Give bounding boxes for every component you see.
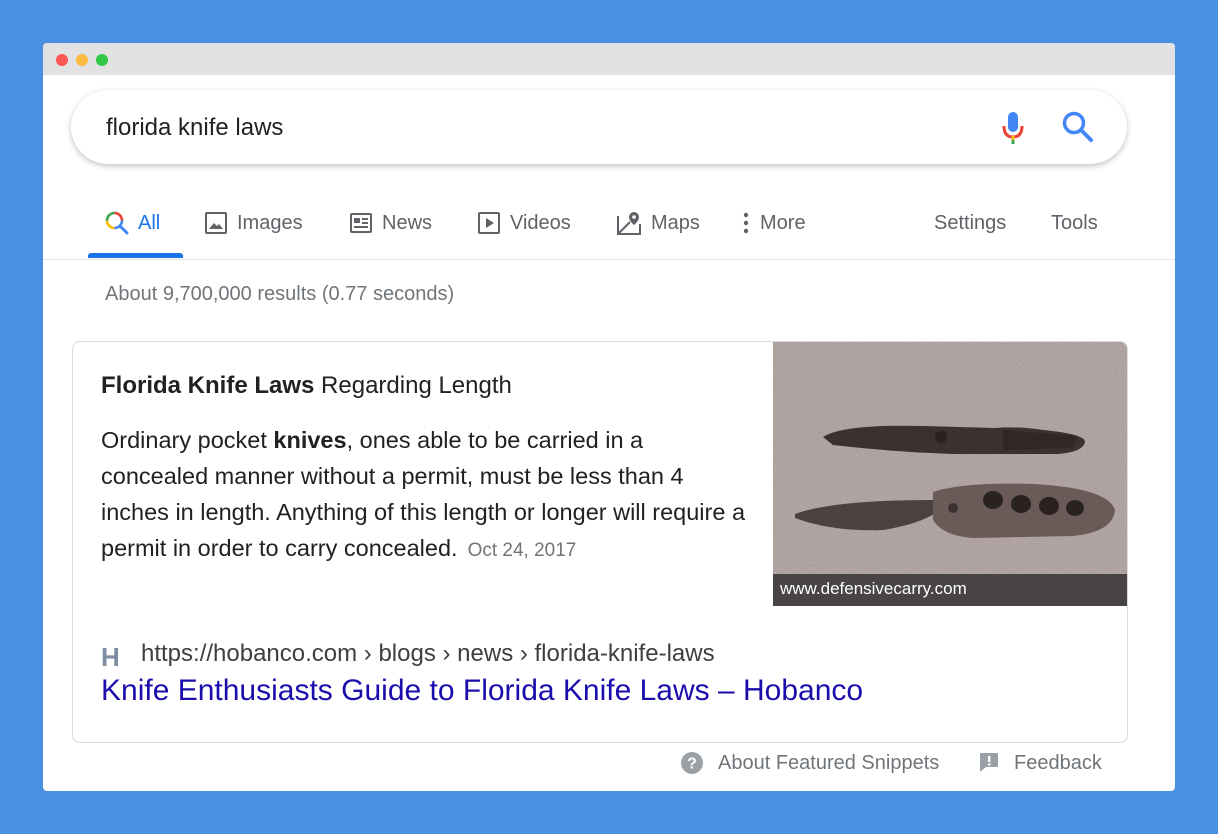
about-featured-snippets-link[interactable]: ? About Featured Snippets bbox=[680, 751, 939, 775]
tab-images[interactable]: Images bbox=[204, 208, 303, 238]
snippet-date: Oct 24, 2017 bbox=[467, 540, 577, 561]
active-tab-indicator bbox=[88, 253, 183, 258]
tab-videos[interactable]: Videos bbox=[477, 208, 571, 238]
snippet-image[interactable]: www.defensivecarry.com bbox=[773, 342, 1127, 606]
tools-button[interactable]: Tools bbox=[1051, 208, 1098, 238]
minimize-window-button[interactable] bbox=[76, 54, 88, 66]
search-tabs: All Images News Videos Maps More Setting… bbox=[43, 193, 1175, 260]
close-window-button[interactable] bbox=[56, 54, 68, 66]
snippet-body-pre: Ordinary pocket bbox=[101, 427, 274, 453]
settings-label: Settings bbox=[934, 211, 1007, 234]
result-breadcrumb: https://hobanco.com › blogs › news › flo… bbox=[141, 640, 715, 667]
settings-button[interactable]: Settings bbox=[934, 208, 1006, 238]
tab-news[interactable]: News bbox=[349, 208, 432, 238]
tab-more-label: More bbox=[760, 211, 806, 234]
tab-news-label: News bbox=[382, 211, 433, 234]
feedback-icon bbox=[980, 753, 998, 772]
site-favicon: H bbox=[101, 642, 120, 672]
browser-window: florida knife laws All Images News Video… bbox=[43, 43, 1175, 791]
tab-images-label: Images bbox=[237, 211, 303, 234]
tab-maps-label: Maps bbox=[651, 211, 700, 234]
maximize-window-button[interactable] bbox=[96, 54, 108, 66]
result-stats: About 9,700,000 results (0.77 seconds) bbox=[105, 283, 455, 305]
svg-text:?: ? bbox=[687, 756, 697, 773]
about-featured-snippets-label: About Featured Snippets bbox=[718, 751, 940, 774]
search-icon bbox=[105, 211, 129, 235]
map-pin-icon bbox=[617, 212, 641, 235]
microphone-icon[interactable] bbox=[1001, 110, 1025, 151]
feedback-link[interactable]: Feedback bbox=[978, 751, 1102, 775]
result-title-link[interactable]: Knife Enthusiasts Guide to Florida Knife… bbox=[101, 674, 863, 708]
snippet-heading: Florida Knife Laws Regarding Length bbox=[101, 372, 512, 400]
snippet-heading-bold: Florida Knife Laws bbox=[101, 372, 315, 399]
search-input[interactable]: florida knife laws bbox=[106, 114, 283, 142]
featured-snippet: Florida Knife Laws Regarding Length Ordi… bbox=[72, 341, 1128, 743]
snippet-body: Ordinary pocket knives, ones able to be … bbox=[101, 422, 751, 569]
tab-videos-label: Videos bbox=[510, 211, 571, 234]
tab-more[interactable]: More bbox=[741, 208, 806, 238]
news-icon bbox=[350, 213, 372, 233]
image-source-caption: www.defensivecarry.com bbox=[773, 574, 1127, 606]
tab-all-label: All bbox=[138, 211, 161, 234]
tab-all[interactable]: All bbox=[105, 208, 160, 238]
help-icon: ? bbox=[681, 752, 703, 774]
search-bar[interactable]: florida knife laws bbox=[71, 90, 1127, 164]
tab-maps[interactable]: Maps bbox=[616, 208, 700, 238]
snippet-body-bold: knives bbox=[273, 427, 347, 453]
title-bar bbox=[43, 43, 1175, 75]
tools-label: Tools bbox=[1051, 211, 1098, 234]
kebab-icon bbox=[743, 212, 749, 234]
image-icon bbox=[205, 212, 227, 234]
search-icon[interactable] bbox=[1061, 110, 1095, 149]
video-icon bbox=[478, 212, 500, 234]
feedback-label: Feedback bbox=[1014, 751, 1102, 774]
snippet-heading-rest: Regarding Length bbox=[314, 372, 512, 399]
knives-image bbox=[773, 342, 1127, 606]
